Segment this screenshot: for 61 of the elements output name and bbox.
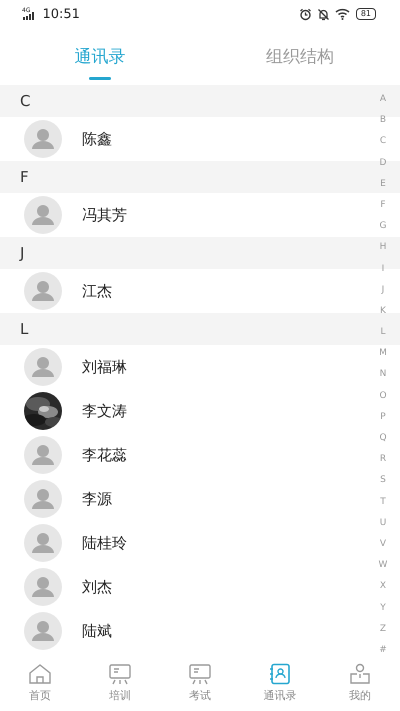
status-time: 10:51: [42, 6, 80, 22]
signal-icon: [23, 12, 36, 20]
tab[interactable]: 通讯录: [0, 28, 200, 85]
avatar-icon: [24, 568, 62, 606]
index-letter[interactable]: Y: [380, 598, 386, 619]
contact-name[interactable]: 陈鑫: [82, 130, 112, 148]
index-letter[interactable]: D: [380, 152, 386, 174]
home-icon: [28, 663, 52, 685]
avatar-icon: [24, 348, 62, 386]
bell-muted-icon: [316, 8, 330, 20]
battery-indicator: 81: [356, 8, 376, 20]
alarm-icon: [298, 8, 312, 20]
index-letter[interactable]: Z: [380, 618, 386, 640]
index-letter[interactable]: V: [380, 534, 386, 556]
index-letter[interactable]: M: [379, 343, 387, 364]
index-letter[interactable]: Q: [379, 428, 387, 450]
avatar-icon: [24, 272, 62, 310]
nav-item[interactable]: 通讯录: [240, 655, 320, 711]
nav-item[interactable]: 考试: [160, 655, 240, 711]
contact-name[interactable]: 陆斌: [82, 622, 112, 640]
person-icon: [348, 663, 372, 685]
index-letter[interactable]: P: [380, 406, 386, 428]
index-letter[interactable]: B: [380, 110, 386, 132]
index-letter[interactable]: N: [380, 364, 386, 386]
index-letter[interactable]: C: [380, 131, 386, 153]
index-letter[interactable]: K: [380, 300, 386, 322]
index-letter[interactable]: X: [380, 576, 386, 598]
board-icon: [108, 663, 132, 685]
contact-name[interactable]: 陆桂玲: [82, 534, 127, 552]
index-letter[interactable]: J: [382, 280, 384, 301]
index-letter[interactable]: H: [380, 237, 386, 258]
index-letter[interactable]: U: [380, 512, 386, 534]
avatar-icon: [24, 196, 62, 234]
index-letter[interactable]: G: [380, 216, 386, 238]
contact-name[interactable]: 刘福琳: [82, 358, 127, 376]
avatar-icon: [24, 612, 62, 650]
index-letter[interactable]: W: [378, 555, 388, 576]
contact-name[interactable]: 李源: [82, 490, 112, 508]
contact-name[interactable]: 江杰: [82, 282, 112, 300]
nav-item[interactable]: 首页: [0, 655, 80, 711]
index-letter[interactable]: S: [380, 470, 386, 492]
wifi-icon: [334, 8, 351, 20]
contact-name[interactable]: 刘杰: [82, 578, 112, 596]
contact-name[interactable]: 冯其芳: [82, 206, 127, 224]
contact-name[interactable]: 李文涛: [82, 402, 127, 420]
avatar-icon: [24, 120, 62, 158]
nav-item[interactable]: 培训: [80, 655, 160, 711]
index-letter[interactable]: E: [380, 174, 386, 195]
contacts-icon: [268, 663, 292, 685]
avatar-icon: [24, 480, 62, 518]
index-letter[interactable]: O: [379, 386, 387, 407]
index-letter[interactable]: F: [380, 194, 386, 216]
avatar-icon: [24, 524, 62, 562]
index-letter[interactable]: L: [380, 322, 386, 344]
board-icon: [188, 663, 212, 685]
tab[interactable]: 组织结构: [200, 28, 400, 85]
index-letter[interactable]: R: [380, 449, 386, 470]
avatar-icon: [24, 436, 62, 474]
index-letter[interactable]: T: [380, 492, 386, 513]
contact-name[interactable]: 李花蕊: [82, 446, 127, 464]
index-letter[interactable]: A: [380, 89, 386, 110]
